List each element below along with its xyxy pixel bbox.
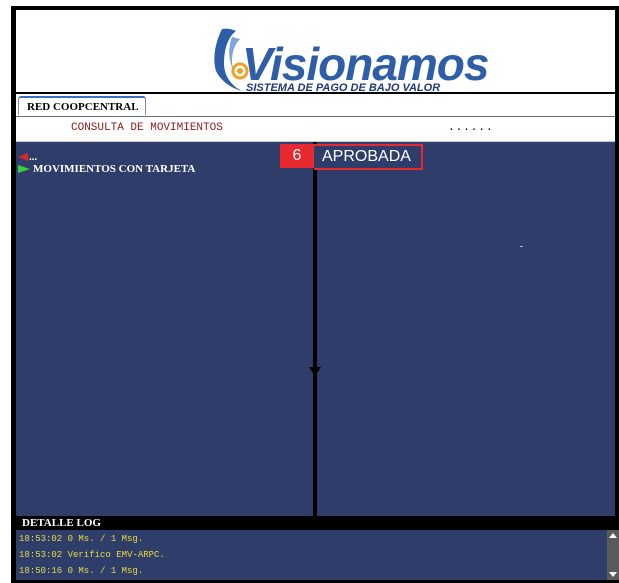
- page-title: CONSULTA DE MOVIMIENTOS: [71, 122, 223, 134]
- nav-item-label: MOVIMIENTOS CON TARJETA: [33, 162, 196, 175]
- scroll-up-icon[interactable]: [609, 533, 617, 538]
- logo-wordmark: Visionamos: [242, 38, 489, 90]
- tab-red-coopcentral[interactable]: RED COOPCENTRAL: [18, 96, 146, 115]
- log-line: 18:50:16 0 Ms. / 1 Msg.: [19, 566, 144, 576]
- red-back-arrow-icon: [18, 152, 28, 161]
- status-badge: 6 APROBADA: [280, 144, 423, 170]
- log-panel[interactable]: 18:53:02 0 Ms. / 1 Msg. 18:53:02 Verific…: [16, 530, 615, 580]
- nav-back-label: ...: [29, 150, 38, 163]
- logo: Visionamos SISTEMA DE PAGO DE BAJO VALOR: [202, 27, 489, 95]
- green-forward-arrow-icon: [18, 164, 30, 173]
- status-label: APROBADA: [314, 144, 423, 170]
- log-scrollbar[interactable]: [607, 530, 619, 580]
- log-line: 18:53:02 Verifico EMV-ARPC.: [19, 550, 165, 560]
- status-number: 6: [280, 144, 314, 168]
- splitter-arrow-icon: [309, 367, 321, 376]
- header: Visionamos SISTEMA DE PAGO DE BAJO VALOR: [16, 10, 615, 95]
- pane-splitter[interactable]: [313, 142, 317, 516]
- title-row: CONSULTA DE MOVIMIENTOS ......: [16, 117, 615, 142]
- scroll-down-icon[interactable]: [609, 572, 617, 577]
- tab-strip: RED COOPCENTRAL: [16, 94, 615, 117]
- nav-item-movimientos-con-tarjeta[interactable]: MOVIMIENTOS CON TARJETA: [18, 162, 195, 175]
- log-line: 18:53:02 0 Ms. / 1 Msg.: [19, 534, 144, 544]
- log-heading: DETALLE LOG: [16, 516, 615, 530]
- progress-dots: ......: [448, 122, 494, 134]
- speck: [520, 246, 523, 247]
